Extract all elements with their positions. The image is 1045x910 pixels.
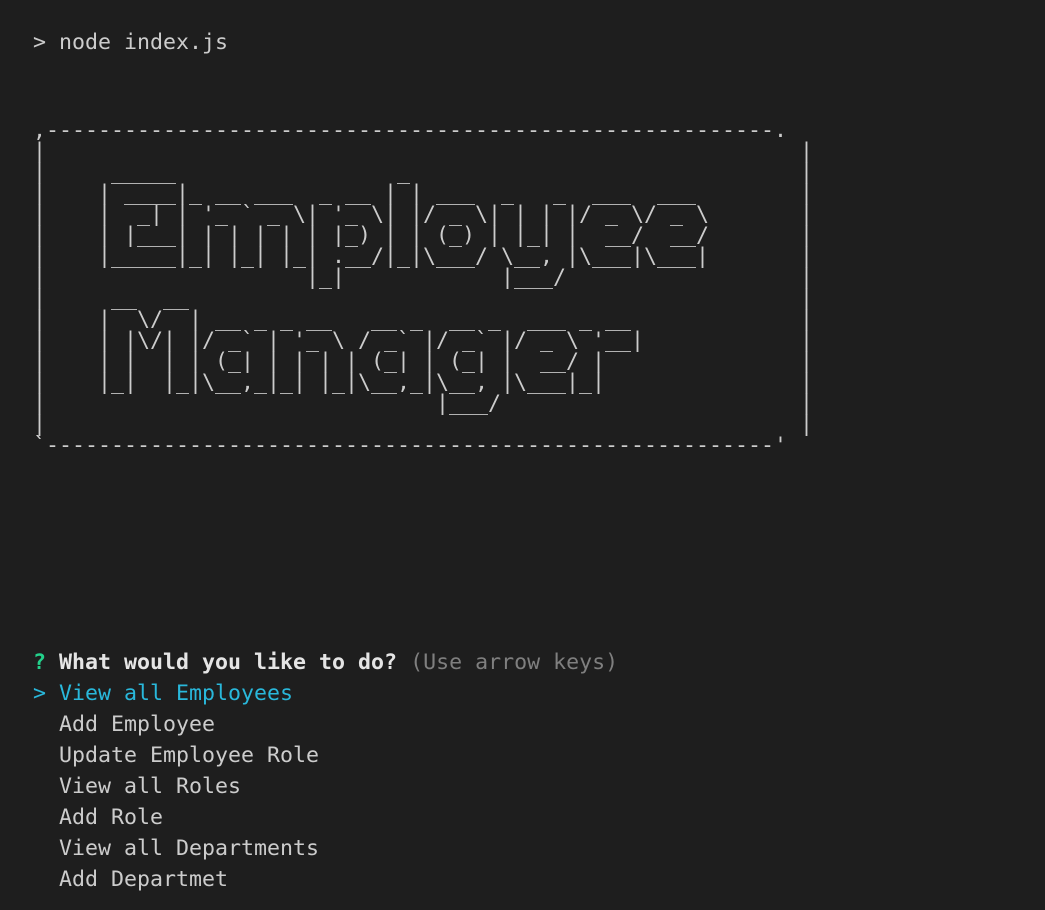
menu-option-label: Add Departmet (59, 867, 229, 892)
prompt-symbol: > (33, 30, 47, 55)
menu-option[interactable]: View all Roles (33, 771, 241, 802)
menu-option-label: View all Roles (59, 774, 242, 799)
menu-option[interactable]: Add Departmet (33, 864, 228, 895)
question-line: ? What would you like to do? (Use arrow … (33, 647, 618, 678)
menu-option-selected[interactable]: > View all Employees (33, 678, 293, 709)
menu-option-label: Add Employee (59, 712, 216, 737)
menu-option-label: View all Departments (59, 836, 320, 861)
menu-option[interactable]: Add Employee (33, 709, 215, 740)
hint-text: (Use arrow keys) (410, 650, 619, 675)
menu-option[interactable]: View all Departments (33, 833, 319, 864)
menu-option-label: View all Employees (59, 681, 294, 706)
menu-option[interactable]: Update Employee Role (33, 740, 319, 771)
menu-option[interactable]: Add Role (33, 802, 163, 833)
terminal-panel[interactable]: > node index.js ,-----------------------… (0, 0, 1045, 910)
command-text: node index.js (59, 30, 229, 55)
menu-option-label: Add Role (59, 805, 164, 830)
ascii-banner: ,---------------------------------------… (33, 120, 813, 458)
question-text: What would you like to do? (59, 650, 398, 675)
command-line: > node index.js (33, 27, 228, 58)
question-mark-icon: ? (33, 650, 47, 675)
banner-line: `---------------------------------------… (33, 433, 788, 458)
selection-pointer-icon: > (33, 681, 47, 706)
menu-option-label: Update Employee Role (59, 743, 320, 768)
